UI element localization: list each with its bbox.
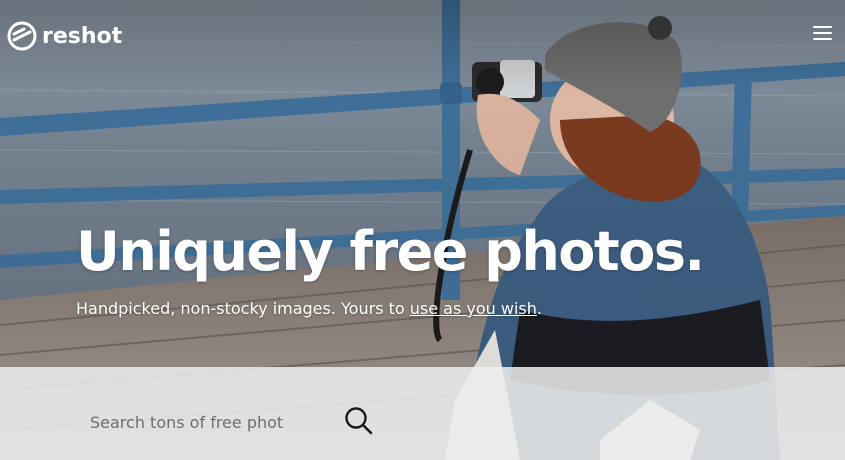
- reshot-logo[interactable]: reshot: [6, 20, 122, 52]
- hamburger-menu-icon[interactable]: [813, 26, 832, 42]
- search-icon: [345, 407, 373, 435]
- hero-subline-text: Handpicked, non-stocky images. Yours to: [76, 299, 410, 318]
- hero-headline: Uniquely free photos.: [76, 220, 705, 283]
- hero-subline: Handpicked, non-stocky images. Yours to …: [76, 299, 542, 319]
- top-navigation-bar: reshot: [0, 0, 845, 70]
- search-button[interactable]: [343, 405, 375, 437]
- logo-text: reshot: [42, 23, 123, 49]
- hero-subline-period: .: [536, 299, 542, 318]
- use-as-you-wish-link[interactable]: use as you wish: [410, 299, 537, 318]
- reshot-logo-icon: [7, 21, 37, 51]
- search-input[interactable]: [90, 402, 330, 442]
